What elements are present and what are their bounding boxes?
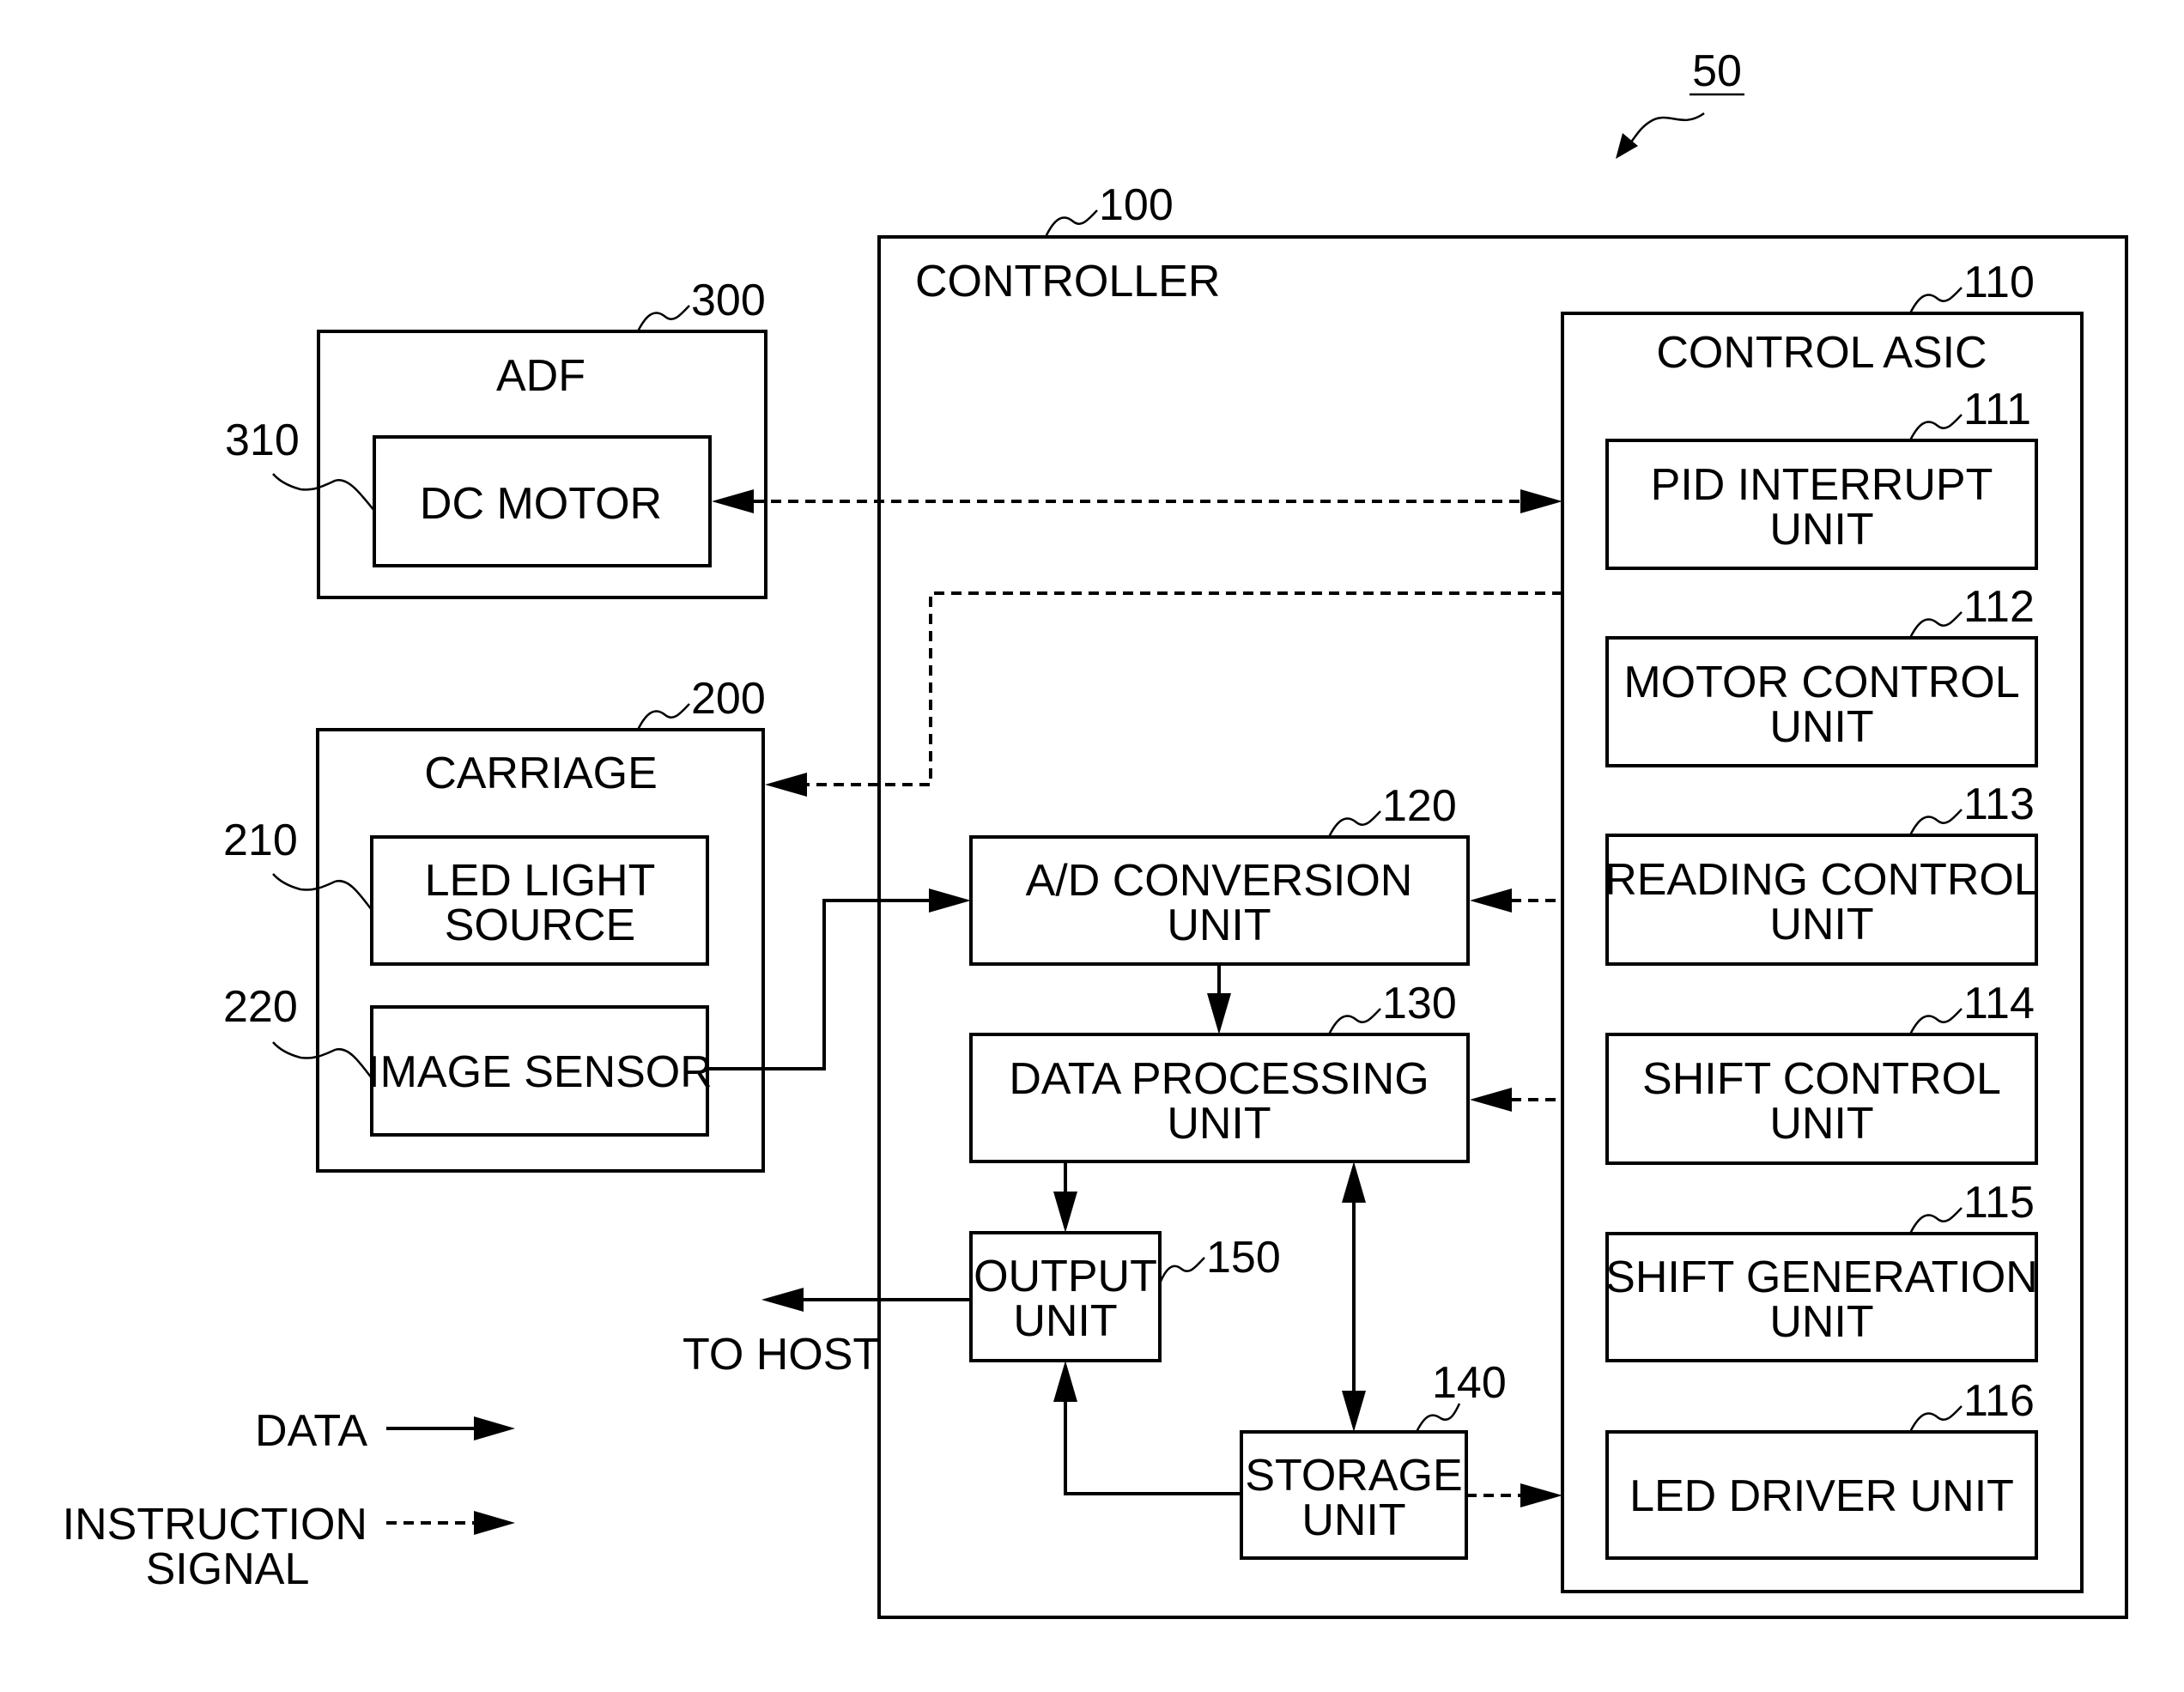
reading-control-label-line1: READING CONTROL: [1605, 855, 2039, 905]
data-output-to-host: [761, 1288, 971, 1312]
block-diagram: 50 CONTROLLER 100 CONTROL ASIC 110 PID I…: [63, 46, 2128, 1619]
dc-motor-ref: 310: [225, 415, 300, 465]
shift-control-ref: 114: [1963, 979, 2035, 1028]
shift-generation-ref: 115: [1963, 1178, 2035, 1228]
ad-conversion-label-line2: UNIT: [1167, 901, 1271, 950]
data-dp-to-output: [1053, 1161, 1077, 1233]
carriage-ref: 200: [691, 674, 766, 724]
led-light-ref: 210: [223, 816, 298, 865]
data-sensor-to-ad: [707, 888, 971, 1070]
ad-conversion-unit: A/D CONVERSION UNIT 120: [969, 781, 1470, 966]
data-processing-ref: 130: [1382, 979, 1457, 1028]
pid-interrupt-label-line1: PID INTERRUPT: [1651, 460, 1993, 510]
storage-unit: STORAGE UNIT 140: [1240, 1358, 1507, 1560]
led-light-source-block: LED LIGHT SOURCE 210: [223, 816, 709, 966]
asic-unit-pid-interrupt: PID INTERRUPT UNIT 111: [1605, 385, 2038, 570]
led-light-label-line1: LED LIGHT: [425, 856, 656, 906]
storage-label-line1: STORAGE: [1245, 1451, 1462, 1501]
asic-unit-reading-control: READING CONTROL UNIT 113: [1605, 779, 2039, 966]
reading-control-label-line2: UNIT: [1769, 900, 1873, 949]
ad-conversion-label-line1: A/D CONVERSION: [1026, 856, 1413, 906]
data-storage-to-output: [1053, 1361, 1241, 1495]
led-driver-label: LED DRIVER UNIT: [1629, 1471, 2014, 1521]
signal-asic-carriage: [765, 591, 1562, 797]
motor-control-label-line2: UNIT: [1769, 702, 1873, 752]
carriage-title: CARRIAGE: [424, 749, 658, 798]
output-label-line1: OUTPUT: [974, 1252, 1157, 1301]
legend-instruction-label-line2: SIGNAL: [146, 1544, 310, 1594]
adf-title: ADF: [496, 351, 585, 401]
reading-control-ref: 113: [1963, 779, 2035, 829]
output-ref: 150: [1206, 1233, 1281, 1283]
signal-storage-to-led-driver: [1466, 1483, 1562, 1507]
asic-unit-led-driver: LED DRIVER UNIT 116: [1605, 1376, 2038, 1560]
controller-ref-leader: [1044, 209, 1098, 238]
image-sensor-ref: 220: [223, 982, 298, 1032]
motor-control-label-line1: MOTOR CONTROL: [1623, 658, 2019, 707]
storage-ref: 140: [1432, 1358, 1507, 1408]
legend: DATA INSTRUCTION SIGNAL: [63, 1406, 515, 1594]
signal-reading-to-ad: [1470, 888, 1562, 913]
legend-instruction-arrowhead: [474, 1511, 515, 1535]
to-host-label: TO HOST: [682, 1330, 880, 1380]
shift-control-label-line2: UNIT: [1769, 1099, 1873, 1149]
legend-instruction-label-line1: INSTRUCTION: [63, 1500, 367, 1549]
legend-data-arrowhead: [474, 1416, 515, 1440]
asic-unit-shift-control: SHIFT CONTROL UNIT 114: [1605, 979, 2038, 1165]
output-label-line2: UNIT: [1013, 1296, 1117, 1346]
control-asic-ref-label: 110: [1963, 258, 2035, 307]
legend-data-label: DATA: [255, 1406, 367, 1456]
image-sensor-label: IMAGE SENSOR: [367, 1047, 713, 1097]
figure-ref-label: 50: [1692, 46, 1742, 96]
dc-motor-block: DC MOTOR 310: [225, 415, 712, 567]
pid-interrupt-ref: 111: [1963, 385, 2031, 434]
led-light-label-line2: SOURCE: [445, 901, 635, 950]
data-dp-storage-bidirectional: [1342, 1161, 1366, 1432]
motor-control-ref: 112: [1963, 582, 2035, 632]
data-processing-label-line2: UNIT: [1167, 1099, 1271, 1149]
pid-interrupt-label-line2: UNIT: [1769, 505, 1873, 555]
ad-conversion-ref: 120: [1382, 781, 1457, 831]
data-ad-to-dp: [1207, 964, 1231, 1034]
signal-pid-dc-motor: [712, 489, 1562, 513]
output-unit: OUTPUT UNIT 150: [969, 1231, 1281, 1362]
controller-ref-label: 100: [1099, 180, 1174, 230]
asic-unit-shift-generation: SHIFT GENERATION UNIT 115: [1605, 1178, 2038, 1362]
controller-title: CONTROLLER: [915, 257, 1220, 306]
control-asic-title: CONTROL ASIC: [1656, 328, 1987, 378]
shift-generation-label-line1: SHIFT GENERATION: [1605, 1252, 2038, 1302]
control-asic-ref-leader: [1908, 287, 1963, 314]
image-sensor-block: IMAGE SENSOR 220: [223, 982, 713, 1137]
data-processing-label-line1: DATA PROCESSING: [1009, 1054, 1429, 1104]
shift-control-label-line1: SHIFT CONTROL: [1642, 1054, 2001, 1104]
asic-unit-motor-control: MOTOR CONTROL UNIT 112: [1605, 582, 2038, 767]
dc-motor-label: DC MOTOR: [420, 479, 662, 529]
figure-ref-leader: [1626, 112, 1705, 149]
adf-ref: 300: [691, 276, 766, 325]
led-driver-ref: 116: [1963, 1376, 2035, 1426]
shift-generation-label-line2: UNIT: [1769, 1297, 1873, 1347]
signal-shift-to-dp: [1470, 1088, 1562, 1112]
storage-label-line2: UNIT: [1301, 1495, 1405, 1545]
